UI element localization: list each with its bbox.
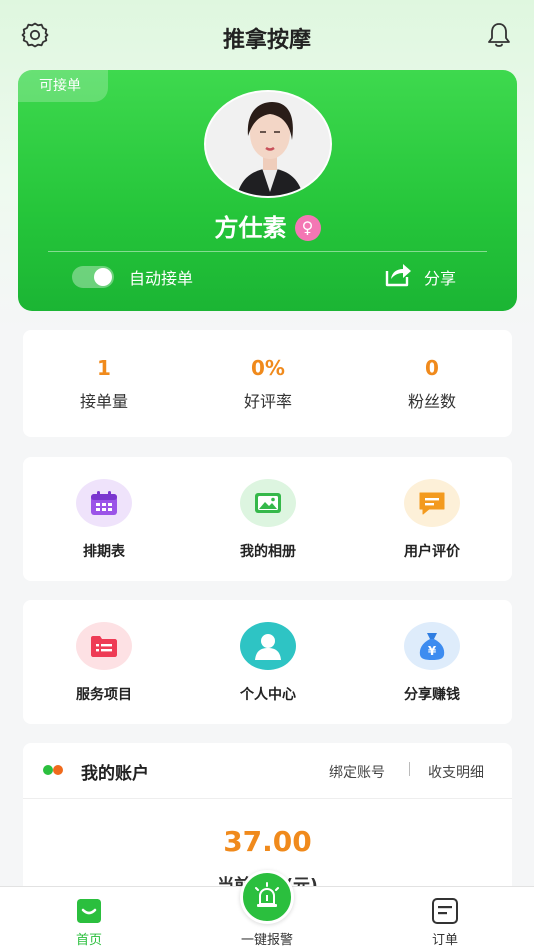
- menu-share-earn-label: 分享赚钱: [404, 687, 460, 703]
- stat-orders[interactable]: 1 接单量: [34, 356, 174, 412]
- review-icon: [404, 479, 460, 527]
- money-bag-icon: ¥: [404, 622, 460, 670]
- menu-reviews[interactable]: 用户评价: [362, 479, 502, 561]
- menu-row-2: 服务项目 个人中心 ¥ 分享赚钱: [23, 600, 512, 724]
- balance-value: 37.00: [223, 825, 312, 858]
- stat-orders-label: 接单量: [79, 392, 128, 411]
- service-list-icon: [76, 622, 132, 670]
- transaction-details-link[interactable]: 收支明细: [428, 762, 484, 782]
- menu-services-label: 服务项目: [76, 687, 132, 703]
- account-link-divider: [409, 762, 410, 776]
- menu-profile-center-label: 个人中心: [240, 687, 296, 703]
- avatar-portrait: [206, 92, 330, 196]
- tab-home[interactable]: 首页: [29, 887, 149, 950]
- menu-album[interactable]: 我的相册: [198, 479, 338, 561]
- stat-fans[interactable]: 0 粉丝数: [362, 356, 502, 412]
- toggle-knob: [94, 268, 112, 286]
- menu-share-earn[interactable]: ¥ 分享赚钱: [362, 622, 502, 704]
- menu-services[interactable]: 服务项目: [34, 622, 174, 704]
- menu-row-1: 排期表 我的相册 用户评价: [23, 457, 512, 581]
- menu-schedule[interactable]: 排期表: [34, 479, 174, 561]
- female-gender-icon: ♀: [294, 215, 321, 241]
- tab-orders-label: 订单: [431, 933, 458, 948]
- profile-card: 可接单 方仕素 ♀ 自动接单 分享: [18, 70, 517, 311]
- tab-orders[interactable]: 订单: [385, 887, 505, 950]
- account-title: 我的账户: [81, 764, 149, 784]
- orders-icon: [432, 898, 458, 924]
- stat-orders-value: 1: [97, 356, 111, 380]
- tab-home-label: 首页: [75, 933, 102, 948]
- stat-fans-label: 粉丝数: [407, 392, 456, 411]
- bind-account-link[interactable]: 绑定账号: [329, 762, 385, 782]
- stat-fans-value: 0: [425, 356, 439, 380]
- alarm-button[interactable]: [240, 870, 294, 924]
- profile-name-row: 方仕素 ♀: [18, 208, 517, 243]
- user-center-icon: [240, 622, 296, 670]
- calendar-icon: [76, 479, 132, 527]
- bell-icon[interactable]: [484, 20, 514, 50]
- auto-accept-label: 自动接单: [129, 269, 194, 288]
- photo-album-icon: [240, 479, 296, 527]
- home-icon: [77, 899, 101, 923]
- auto-accept-toggle[interactable]: [72, 266, 114, 288]
- svg-text:¥: ¥: [428, 644, 437, 658]
- avatar[interactable]: [204, 90, 332, 198]
- menu-reviews-label: 用户评价: [404, 544, 460, 560]
- profile-divider: [48, 251, 487, 252]
- status-badge: 可接单: [18, 70, 108, 102]
- stat-rating-value: 0%: [251, 356, 285, 380]
- menu-profile-center[interactable]: 个人中心: [198, 622, 338, 704]
- stat-rating-label: 好评率: [243, 392, 292, 411]
- alarm-light-icon: [255, 882, 279, 907]
- profile-name: 方仕素: [214, 214, 287, 242]
- account-divider: [23, 798, 512, 799]
- account-dots-icon: [43, 765, 63, 775]
- page-title: 推拿按摩: [222, 28, 311, 53]
- share-icon[interactable]: [383, 259, 413, 289]
- app-header: 推拿按摩: [0, 0, 534, 72]
- stat-rating[interactable]: 0% 好评率: [198, 356, 338, 412]
- menu-album-label: 我的相册: [240, 544, 296, 560]
- share-label[interactable]: 分享: [424, 265, 456, 289]
- menu-schedule-label: 排期表: [83, 544, 125, 560]
- tab-alarm-label: 一键报警: [240, 933, 293, 948]
- stats-card: 1 接单量 0% 好评率 0 粉丝数: [23, 330, 512, 437]
